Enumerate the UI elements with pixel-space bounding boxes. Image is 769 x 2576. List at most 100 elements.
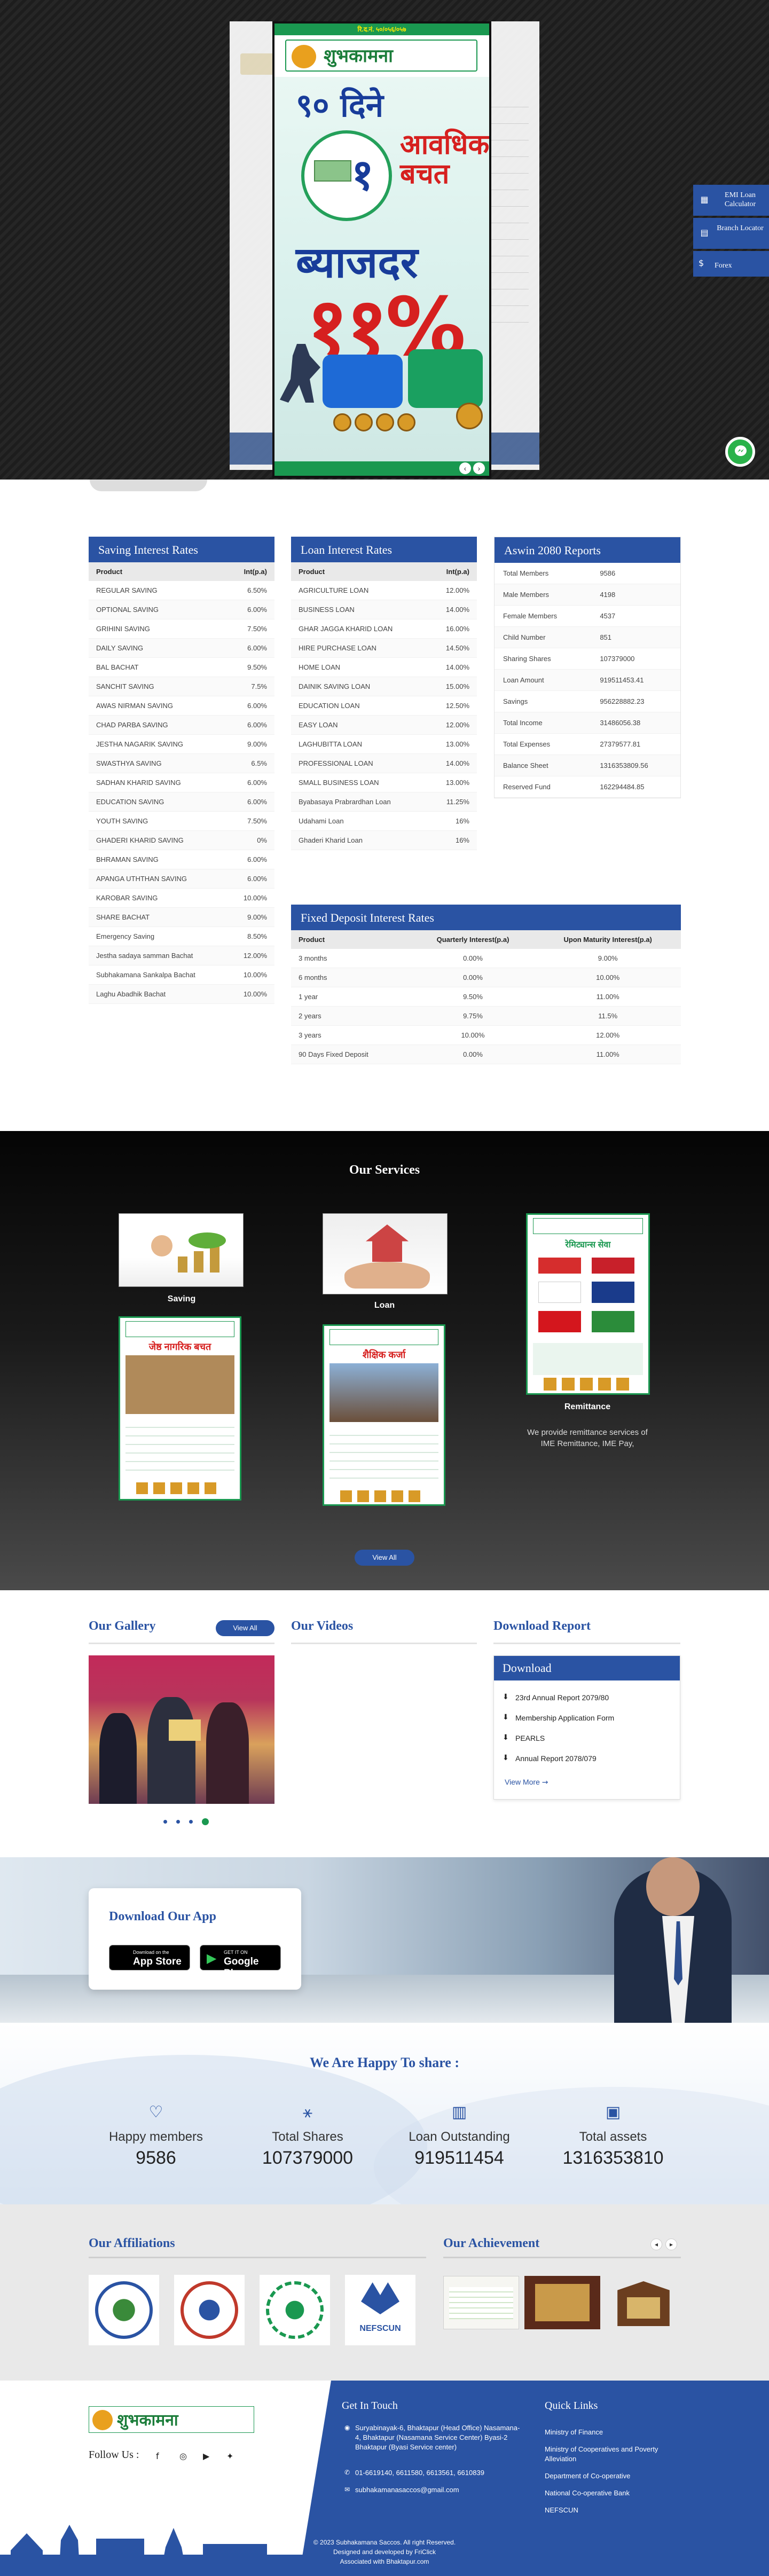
associated-text[interactable]: Associated with Bhaktapur.com	[278, 2557, 491, 2566]
poster-logo	[329, 1329, 438, 1345]
carousel-dot[interactable]	[176, 1820, 180, 1824]
saving-row-cell: CHAD PARBA SAVING	[89, 715, 228, 735]
footer-address: ◉ Suryabinayak-6, Bhaktapur (Head Office)…	[344, 2423, 521, 2453]
quick-link[interactable]: Ministry of Cooperatives and Poverty All…	[545, 2445, 684, 2464]
saving-image[interactable]	[119, 1213, 244, 1287]
certificate-icon	[169, 1719, 201, 1741]
loan-row-cell: 13.00%	[428, 734, 477, 754]
achievement-image[interactable]	[524, 2276, 600, 2329]
col-product: Product	[89, 562, 228, 581]
designed-by-text[interactable]: Designed and developed by FriClick	[278, 2547, 491, 2557]
achievement-heading: Our Achievement	[443, 2236, 540, 2250]
saving-row: DAILY SAVING 6.00%	[89, 638, 274, 658]
download-item[interactable]: ⬇ Membership Application Form	[503, 1713, 614, 1722]
footer-phone[interactable]: ✆ 01-6619140, 6611580, 6613561, 6610839	[344, 2468, 521, 2478]
slider-prev-icon[interactable]: ‹	[459, 462, 471, 474]
google-play-button[interactable]: ▶ GET IT ON Google Play	[200, 1945, 281, 1979]
loan-row: HIRE PURCHASE LOAN 14.50%	[291, 638, 477, 658]
report-row: Balance Sheet 1316353809.56	[495, 755, 680, 776]
gallery-view-all-button[interactable]: View All	[216, 1620, 274, 1636]
fixed-row-cell: 3 years	[291, 1025, 411, 1045]
chevron-right-icon[interactable]: ▸	[665, 2239, 677, 2250]
loan-row-cell: 14.00%	[428, 657, 477, 677]
saving-row-cell: 6.00%	[227, 850, 274, 869]
saving-label[interactable]: Saving	[117, 1294, 246, 1304]
education-loan-poster[interactable]: शैक्षिक कर्जा	[323, 1324, 445, 1506]
get-in-touch-heading: Get In Touch	[342, 2400, 398, 2412]
map-icon: ▤	[700, 227, 709, 238]
app-store-button[interactable]: Download on the App Store	[109, 1945, 190, 1970]
remit-poster-heading: रेमिट्यान्स सेवा	[565, 1240, 611, 1250]
download-item[interactable]: ⬇ Annual Report 2078/079	[503, 1754, 597, 1763]
affiliation-logo[interactable]	[174, 2275, 245, 2345]
report-row: Total Expenses 27379577.81	[495, 733, 680, 755]
chevron-left-icon[interactable]: ◂	[650, 2239, 662, 2250]
carousel-dot[interactable]	[189, 1820, 193, 1824]
download-item[interactable]: ⬇ 23rd Annual Report 2079/80	[503, 1693, 609, 1702]
remit-logo	[533, 1218, 643, 1234]
youtube-icon[interactable]: ▶	[203, 2451, 209, 2461]
poster-days: ९० दिने	[296, 87, 383, 124]
loan-row-cell: HIRE PURCHASE LOAN	[291, 638, 429, 658]
saving-row: AWAS NIRMAN SAVING 6.00%	[89, 696, 274, 716]
footer-email[interactable]: ✉ subhakamanasaccos@gmail.com	[344, 2485, 521, 2495]
saving-row: Emergency Saving 8.50%	[89, 926, 274, 946]
senior-citizen-poster[interactable]: जेष्ठ नागरिक बचत	[119, 1316, 241, 1501]
report-row-cell: Savings	[495, 690, 592, 712]
col-rate: Int(p.a)	[227, 562, 274, 581]
coin-icon	[397, 413, 415, 431]
fixed-row-cell: 6 months	[291, 968, 411, 987]
hero-poster[interactable]: रि.द.नं. ५०/०५६/०५७ शुभकामना ९० दिने १ आ…	[272, 21, 491, 478]
house-icon	[366, 1224, 409, 1262]
instagram-icon[interactable]: ◎	[179, 2451, 187, 2461]
slider-next-icon[interactable]: ›	[473, 462, 485, 474]
twitter-icon[interactable]: ✦	[226, 2451, 233, 2461]
report-row: Total Members 9586	[495, 563, 680, 584]
businessman-head	[646, 1857, 700, 1916]
saving-row-cell: 8.50%	[227, 926, 274, 946]
remittance-label[interactable]: Remittance	[523, 1402, 652, 1412]
saving-row: OPTIONAL SAVING 6.00%	[89, 600, 274, 619]
footer-logo[interactable]: शुभकामना	[89, 2406, 254, 2433]
download-item[interactable]: ⬇ PEARLS	[503, 1733, 545, 1742]
fixed-deposit-table: Product Quarterly Interest(p.a) Upon Matur…	[291, 930, 681, 1064]
videos-heading: Our Videos	[291, 1619, 354, 1633]
branch-locator-button[interactable]: ▤ Branch Locator	[693, 218, 769, 249]
saving-row: Subhakamana Sankalpa Bachat 10.00%	[89, 965, 274, 985]
poster-header: रि.द.नं. ५०/०५६/०५७	[274, 23, 489, 35]
loan-label[interactable]: Loan	[320, 1301, 449, 1310]
remittance-image[interactable]: रेमिट्यान्स सेवा	[526, 1213, 650, 1395]
services-view-all-button[interactable]: View All	[355, 1550, 414, 1566]
fixed-row: 90 Days Fixed Deposit 0.00% 11.00%	[291, 1044, 681, 1064]
loan-row: HOME LOAN 14.00%	[291, 657, 477, 677]
affiliation-logo[interactable]	[260, 2275, 330, 2345]
loan-image[interactable]	[323, 1213, 448, 1294]
report-row: Loan Amount 919511453.41	[495, 669, 680, 691]
gallery-image[interactable]	[89, 1655, 274, 1804]
view-more-link[interactable]: View More →	[505, 1778, 548, 1787]
quick-link[interactable]: Department of Co-operative	[545, 2471, 684, 2481]
branch-label: Branch Locator	[717, 224, 764, 232]
loan-row-cell: GHAR JAGGA KHARID LOAN	[291, 619, 429, 639]
messenger-chat-button[interactable]	[725, 437, 755, 467]
achievement-image[interactable]	[443, 2276, 519, 2329]
nefscun-logo[interactable]: NEFSCUN	[345, 2275, 415, 2345]
saving-row-cell: JESTHA NAGARIK SAVING	[89, 734, 228, 754]
affiliation-logo[interactable]	[89, 2275, 159, 2345]
carousel-dot[interactable]	[163, 1820, 167, 1824]
quick-link[interactable]: Ministry of Finance	[545, 2428, 684, 2437]
facebook-icon[interactable]: f	[156, 2451, 159, 2461]
download-item-label: PEARLS	[515, 1734, 545, 1742]
saving-row-cell: SANCHIT SAVING	[89, 677, 228, 696]
fixed-row-cell: 90 Days Fixed Deposit	[291, 1044, 411, 1064]
forex-button[interactable]: $ Forex	[693, 251, 769, 277]
achievement-image[interactable]	[606, 2276, 681, 2329]
cropped-photo	[90, 480, 207, 491]
quick-link[interactable]: NEFSCUN	[545, 2506, 684, 2515]
affiliation-emblem	[95, 2281, 153, 2339]
carousel-dot-active[interactable]	[202, 1818, 209, 1825]
saving-row-cell: 6.00%	[227, 773, 274, 792]
saving-row-cell: GHADERI KHARID SAVING	[89, 830, 228, 850]
quick-link[interactable]: National Co-operative Bank	[545, 2488, 684, 2498]
emi-calculator-button[interactable]: ▦ EMI Loan Calculator	[693, 185, 769, 216]
